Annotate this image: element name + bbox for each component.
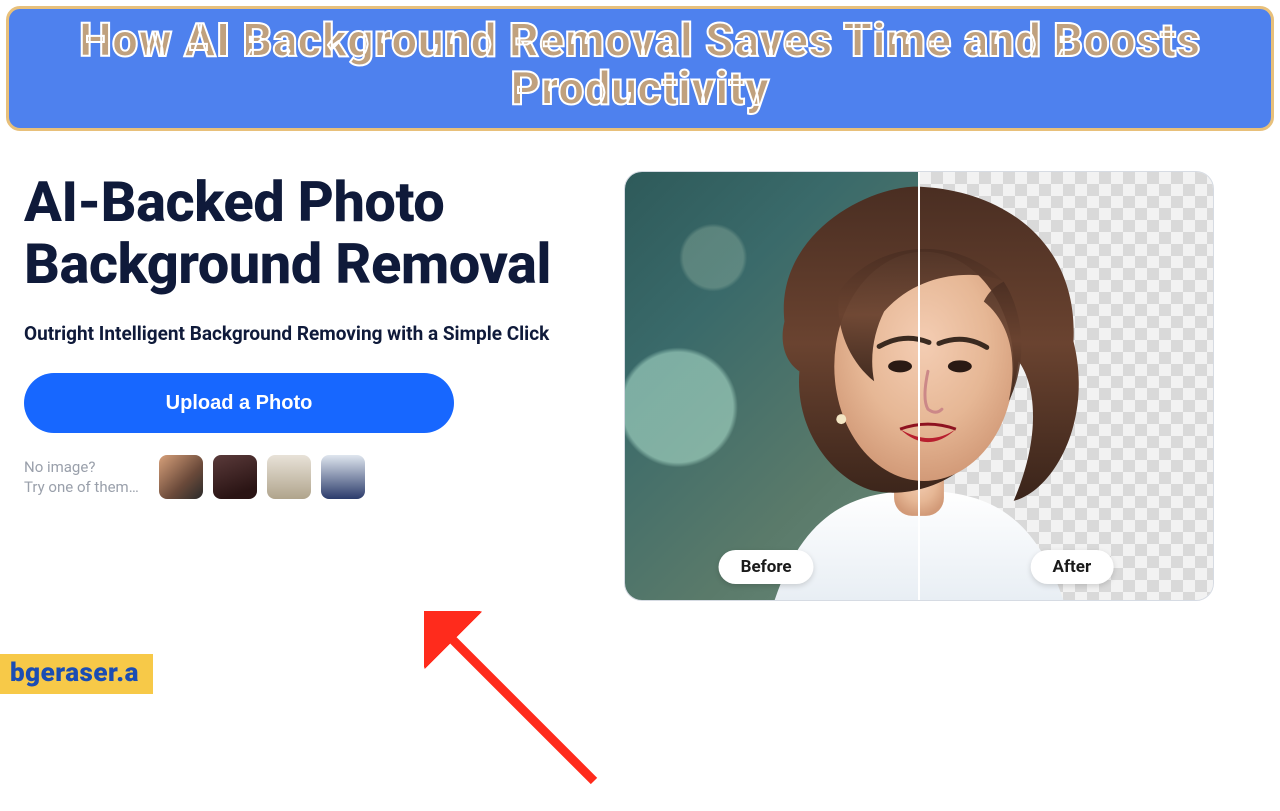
- sample-thumbnails: [159, 455, 365, 499]
- hero-left-column: AI-Backed Photo Background Removal Outri…: [24, 171, 584, 499]
- article-title-banner: How AI Background Removal Saves Time and…: [6, 6, 1274, 131]
- sample-prompt-line2: Try one of them…: [24, 477, 139, 497]
- sample-prompt-text: No image? Try one of them…: [24, 457, 139, 498]
- site-watermark: bgeraser.a: [0, 654, 153, 694]
- sample-prompt-line1: No image?: [24, 457, 139, 477]
- preview-after-side: [919, 172, 1213, 600]
- sample-thumb-1[interactable]: [159, 455, 203, 499]
- sample-images-row: No image? Try one of them…: [24, 455, 584, 499]
- article-title: How AI Background Removal Saves Time and…: [29, 17, 1251, 114]
- hero-right-column: Before After: [624, 171, 1240, 601]
- hero-heading: AI-Backed Photo Background Removal: [24, 171, 584, 296]
- annotation-arrow-icon: [424, 611, 624, 811]
- hero-section: AI-Backed Photo Background Removal Outri…: [0, 131, 1280, 601]
- after-label-pill: After: [1031, 550, 1114, 584]
- sample-thumb-4[interactable]: [321, 455, 365, 499]
- before-after-divider: [918, 172, 920, 600]
- preview-before-side: [625, 172, 919, 600]
- sample-thumb-2[interactable]: [213, 455, 257, 499]
- before-after-preview: Before After: [624, 171, 1214, 601]
- before-label-pill: Before: [719, 550, 814, 584]
- upload-photo-button[interactable]: Upload a Photo: [24, 373, 454, 433]
- sample-thumb-3[interactable]: [267, 455, 311, 499]
- hero-subheading: Outright Intelligent Background Removing…: [24, 322, 584, 345]
